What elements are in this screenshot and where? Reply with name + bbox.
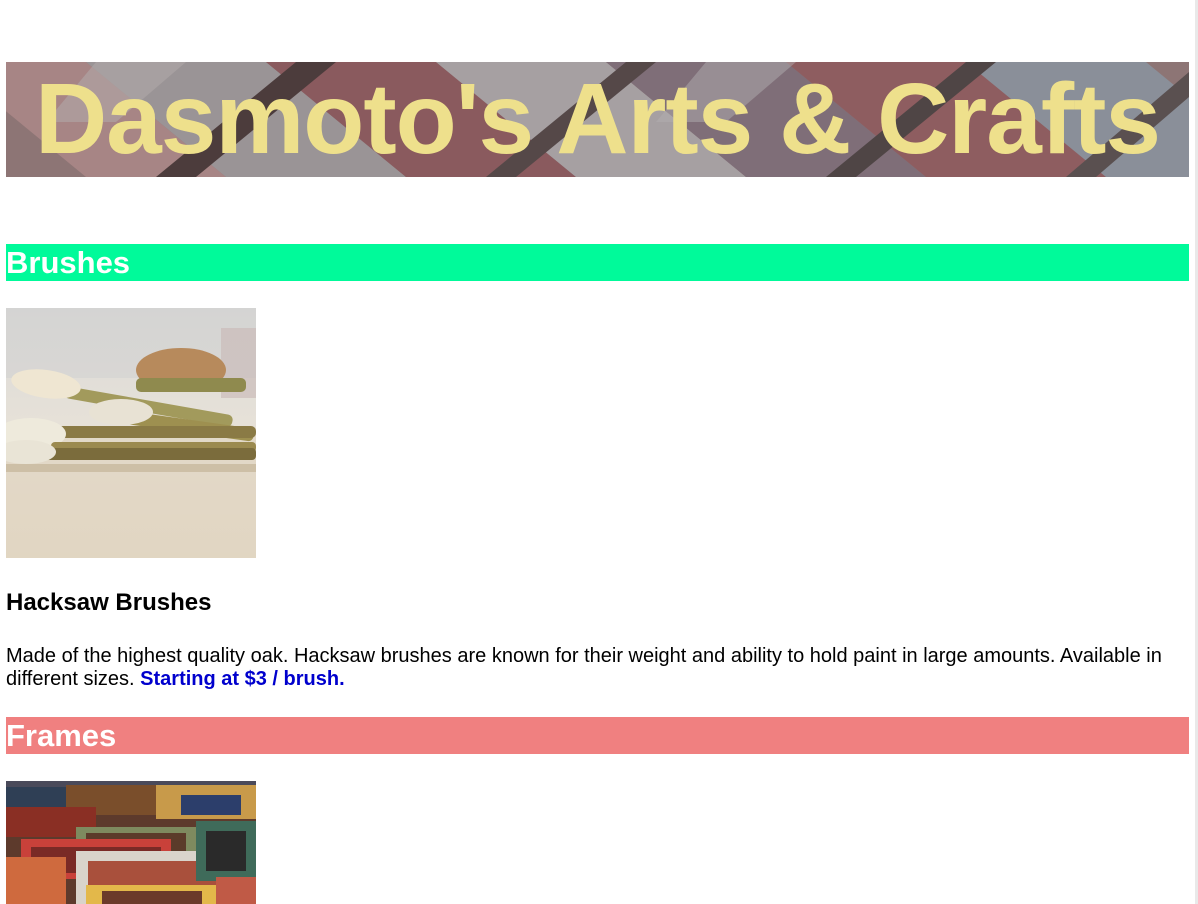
frames-image <box>6 781 256 904</box>
header-banner: Dasmoto's Arts & Crafts <box>6 62 1189 177</box>
product-description: Made of the highest quality oak. Hacksaw… <box>6 645 1186 691</box>
page: Dasmoto's Arts & Crafts Brushes Hacksaw … <box>0 0 1198 904</box>
price-text: Starting at $3 / brush. <box>140 668 345 690</box>
section-heading-frames: Frames <box>6 717 1189 754</box>
product-title: Hacksaw Brushes <box>6 589 212 616</box>
brushes-image <box>6 308 256 558</box>
section-heading-brushes: Brushes <box>6 244 1189 281</box>
site-title: Dasmoto's Arts & Crafts <box>34 63 1161 175</box>
